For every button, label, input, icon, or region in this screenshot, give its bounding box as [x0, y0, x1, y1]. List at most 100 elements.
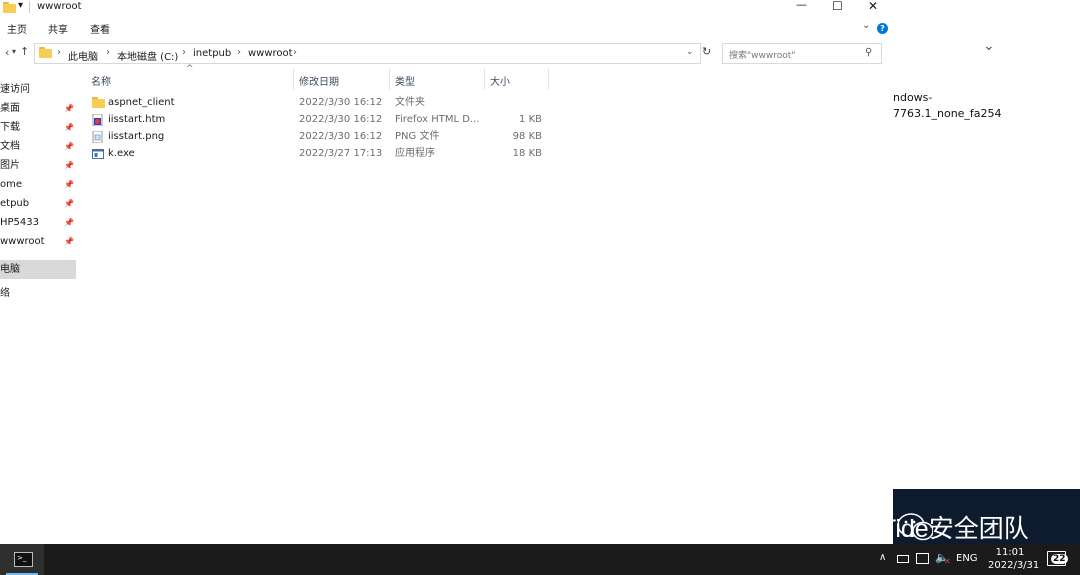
breadcrumb-separator-icon[interactable]: › — [237, 47, 241, 58]
nav-item-inetpub[interactable]: etpub 📌 — [0, 194, 76, 213]
column-size[interactable]: 大小 — [490, 73, 510, 88]
column-name[interactable]: 名称 — [91, 73, 111, 88]
column-divider[interactable] — [484, 68, 485, 90]
breadcrumb-separator-icon[interactable]: › — [293, 47, 297, 58]
file-size: 18 KB — [512, 148, 542, 159]
nav-item-network[interactable]: 络 — [0, 284, 76, 303]
breadcrumb-wwwroot[interactable]: wwwroot — [248, 48, 293, 59]
nav-item-this-pc[interactable]: 电脑 — [0, 260, 76, 279]
file-row[interactable]: aspnet_client 2022/3/30 16:12 文件夹 — [88, 94, 558, 111]
nav-item-label: 下载 — [0, 122, 20, 133]
column-type[interactable]: 类型 — [395, 73, 415, 88]
pin-icon: 📌 — [64, 104, 74, 113]
ribbon-tabs: 主页 共享 查看 ⌄ ? — [0, 17, 893, 39]
search-box[interactable]: 搜索"wwwroot" ⚲ — [722, 43, 882, 64]
nav-item-desktop[interactable]: 桌面 📌 — [0, 99, 76, 118]
show-hidden-icons-icon[interactable]: ∧ — [879, 552, 886, 563]
pin-icon: 📌 — [64, 142, 74, 151]
nav-item-documents[interactable]: 文档 📌 — [0, 137, 76, 156]
file-name: aspnet_client — [108, 97, 175, 108]
pin-icon: 📌 — [64, 199, 74, 208]
exe-file-icon — [92, 148, 104, 159]
breadcrumb-separator-icon[interactable]: › — [106, 47, 110, 58]
nav-item-label: 络 — [0, 288, 10, 299]
file-type: PNG 文件 — [395, 131, 440, 142]
column-divider[interactable] — [389, 68, 390, 90]
nav-item-quick-access[interactable]: 速访问 — [0, 80, 76, 99]
battery-icon[interactable] — [897, 555, 909, 563]
image-file-icon — [92, 130, 104, 144]
breadcrumb-separator-icon[interactable]: › — [182, 47, 186, 58]
navigation-pane: 速访问 桌面 📌 下载 📌 文档 📌 图片 📌 ome 📌 etpub 📌 HP5433 📌 … — [0, 78, 76, 318]
file-row[interactable]: k.exe 2022/3/27 17:13 应用程序 18 KB — [88, 145, 558, 162]
address-dropdown-icon[interactable]: ⌄ — [686, 47, 694, 57]
nav-item-label: ome — [0, 179, 23, 190]
file-date: 2022/3/27 17:13 — [299, 148, 383, 159]
nav-item-label: 图片 — [0, 160, 20, 171]
nav-item-downloads[interactable]: 下载 📌 — [0, 118, 76, 137]
address-bar[interactable]: › 此电脑 › 本地磁盘 (C:) › inetpub › wwwroot › … — [34, 43, 701, 64]
nav-item-label: 文档 — [0, 141, 20, 152]
nav-item-label: 桌面 — [0, 103, 20, 114]
tab-home[interactable]: 主页 — [7, 21, 27, 36]
maximize-button[interactable]: ☐ — [832, 0, 843, 13]
html-file-icon — [92, 113, 104, 127]
file-date: 2022/3/30 16:12 — [299, 131, 383, 142]
column-date[interactable]: 修改日期 — [299, 73, 339, 88]
search-input[interactable]: 搜索"wwwroot" — [729, 48, 795, 61]
refresh-icon[interactable]: ↻ — [702, 45, 711, 58]
help-icon[interactable]: ? — [877, 23, 888, 34]
close-button[interactable]: ✕ — [868, 0, 878, 13]
pin-icon: 📌 — [64, 123, 74, 132]
clock[interactable]: 11:01 2022/3/31 — [988, 546, 1040, 573]
language-indicator[interactable]: ENG — [956, 553, 978, 564]
breadcrumb-local-disk[interactable]: 本地磁盘 (C:) — [117, 48, 178, 63]
search-icon[interactable]: ⚲ — [865, 47, 872, 58]
watermark-text: Tide安全团队 — [893, 515, 1029, 543]
muted-x-icon: ✕ — [944, 557, 951, 566]
file-row[interactable]: iisstart.png 2022/3/30 16:12 PNG 文件 98 K… — [88, 128, 558, 145]
quick-access-dropdown-icon[interactable]: ▾ — [18, 0, 23, 11]
history-dropdown-icon[interactable]: ▾ — [12, 47, 16, 56]
background-text-line: ndows- — [893, 91, 933, 104]
taskbar-app-explorer[interactable]: >_ — [0, 544, 44, 575]
chevron-down-icon[interactable]: ⌄ — [983, 38, 995, 54]
minimize-button[interactable]: — — [796, 0, 807, 11]
breadcrumb-this-pc[interactable]: 此电脑 — [68, 48, 98, 63]
tab-share[interactable]: 共享 — [48, 21, 68, 36]
background-text-line: 7763.1_none_fa254 — [893, 107, 1002, 120]
up-arrow-icon[interactable]: ↑ — [20, 45, 29, 58]
nav-item-label: HP5433 — [0, 217, 39, 228]
pin-icon: 📌 — [64, 180, 74, 189]
nav-item-pictures[interactable]: 图片 📌 — [0, 156, 76, 175]
file-size: 98 KB — [512, 131, 542, 142]
file-type: Firefox HTML D... — [395, 114, 480, 125]
file-size: 1 KB — [519, 114, 542, 125]
back-icon[interactable]: ‹ — [5, 46, 9, 59]
clock-date: 2022/3/31 — [988, 560, 1040, 571]
pin-icon: 📌 — [64, 218, 74, 227]
column-divider[interactable] — [548, 68, 549, 90]
column-header: ^ 名称 修改日期 类型 大小 — [84, 64, 554, 90]
nav-item-wwwroot[interactable]: wwwroot 📌 — [0, 232, 76, 251]
column-divider[interactable] — [293, 68, 294, 90]
file-name: iisstart.htm — [108, 114, 166, 125]
nav-item-home[interactable]: ome 📌 — [0, 175, 76, 194]
notification-badge: 22 — [1051, 554, 1068, 564]
pin-icon: 📌 — [64, 237, 74, 246]
file-name: k.exe — [108, 148, 135, 159]
file-row[interactable]: iisstart.htm 2022/3/30 16:12 Firefox HTM… — [88, 111, 558, 128]
window-title: wwwroot — [37, 1, 82, 12]
background-window-text: ndows- 7763.1_none_fa254 — [893, 90, 1002, 122]
nav-item-label: etpub — [0, 198, 30, 209]
sort-up-icon: ^ — [186, 64, 194, 74]
file-date: 2022/3/30 16:12 — [299, 114, 383, 125]
ribbon-expand-icon[interactable]: ⌄ — [862, 20, 870, 31]
breadcrumb-separator-icon[interactable]: › — [57, 47, 61, 58]
network-icon[interactable] — [916, 553, 929, 564]
file-name: iisstart.png — [108, 131, 165, 142]
folder-icon — [92, 97, 105, 108]
nav-item-hp5433[interactable]: HP5433 📌 — [0, 213, 76, 232]
breadcrumb-inetpub[interactable]: inetpub — [193, 48, 231, 59]
tab-view[interactable]: 查看 — [90, 21, 110, 36]
